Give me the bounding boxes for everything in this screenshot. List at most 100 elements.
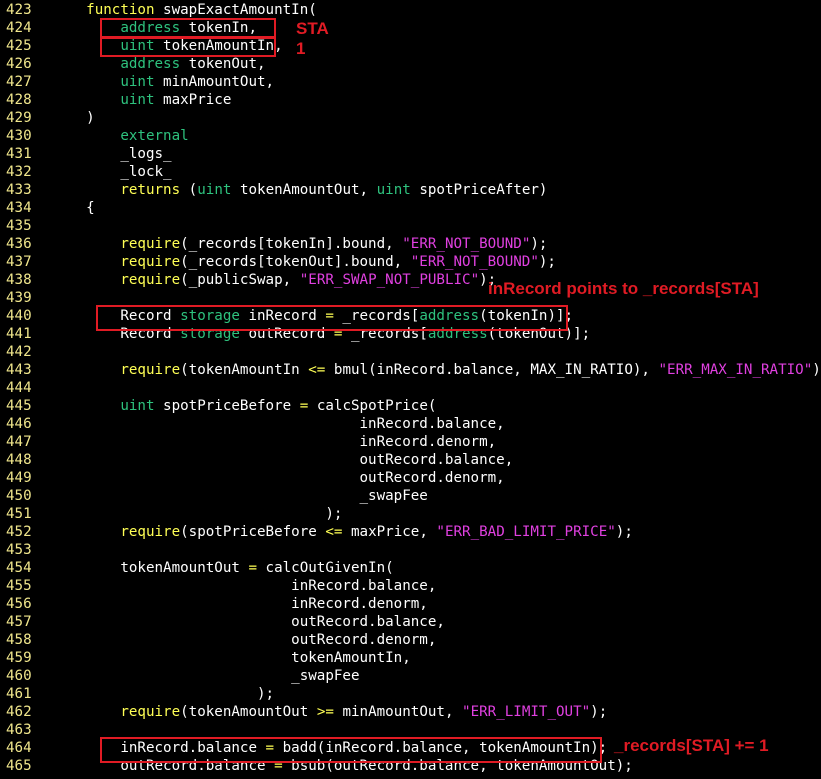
code-line: 433 returns (uint tokenAmountOut, uint s… <box>0 181 547 199</box>
code-token: uint <box>120 74 155 90</box>
line-number: 451 <box>6 506 32 522</box>
code-line: 444 <box>0 379 52 397</box>
code-text: { <box>52 199 95 217</box>
code-token: (_publicSwap, <box>180 272 300 288</box>
code-line: 447 inRecord.denorm, <box>0 433 496 451</box>
code-line: 449 outRecord.denorm, <box>0 469 505 487</box>
code-token: inRecord.balance, <box>52 578 437 594</box>
line-number: 457 <box>6 614 32 630</box>
code-token: inRecord.balance, <box>52 416 505 432</box>
code-token: returns <box>120 182 181 198</box>
line-number: 455 <box>6 578 32 594</box>
code-token: outRecord.balance, <box>52 614 445 630</box>
code-token: calcSpotPrice( <box>308 398 437 414</box>
code-text: require(_records[tokenOut].bound, "ERR_N… <box>52 253 556 271</box>
code-token: uint <box>197 182 232 198</box>
code-token: = <box>248 560 258 576</box>
line-number: 464 <box>6 740 32 756</box>
line-number: 435 <box>6 218 32 234</box>
code-token: >= <box>316 704 334 720</box>
code-token: outRecord.denorm, <box>52 470 505 486</box>
code-token: tokenAmountOut, <box>231 182 377 198</box>
line-number: 432 <box>6 164 32 180</box>
code-token: tokenOut, <box>180 56 266 72</box>
code-text: ); <box>52 685 274 703</box>
code-token: maxPrice <box>154 92 232 108</box>
code-text: external <box>52 127 189 145</box>
code-token: address <box>419 308 480 324</box>
code-token: minAmountOut, <box>333 704 463 720</box>
code-token: minAmountOut, <box>154 74 275 90</box>
line-number: 437 <box>6 254 32 270</box>
code-text: inRecord.balance, <box>52 577 436 595</box>
code-line: 465 outRecord.balance = bsub(outRecord.b… <box>0 757 633 775</box>
code-token: { <box>52 200 95 216</box>
line-number: 462 <box>6 704 32 720</box>
code-token: ); <box>590 704 608 720</box>
code-text: ) <box>52 109 95 127</box>
code-line: 423 function swapExactAmountIn( <box>0 1 317 19</box>
code-token: uint <box>120 92 155 108</box>
code-line: 443 require(tokenAmountIn <= bmul(inReco… <box>0 361 821 379</box>
code-token: = <box>299 398 309 414</box>
code-line: 442 <box>0 343 52 361</box>
code-line: 431 _logs_ <box>0 145 172 163</box>
code-line: 452 require(spotPriceBefore <= maxPrice,… <box>0 523 633 541</box>
line-number: 440 <box>6 308 32 324</box>
code-token: address <box>120 56 181 72</box>
code-token: ); <box>812 362 821 378</box>
code-text: _swapFee <box>52 487 427 505</box>
code-line: 455 inRecord.balance, <box>0 577 436 595</box>
code-text: outRecord.balance = bsub(outRecord.balan… <box>52 757 633 775</box>
code-text: tokenAmountOut = calcOutGivenIn( <box>52 559 393 577</box>
code-token: "ERR_LIMIT_OUT" <box>462 704 591 720</box>
code-line: 450 _swapFee <box>0 487 428 505</box>
code-text: inRecord.balance, <box>52 415 505 433</box>
code-text: require(tokenAmountIn <= bmul(inRecord.b… <box>52 361 821 379</box>
code-token: storage <box>180 326 240 342</box>
code-token: outRecord.denorm, <box>52 632 437 648</box>
line-number: 441 <box>6 326 32 342</box>
code-line: 451 ); <box>0 505 342 523</box>
line-number: 428 <box>6 92 32 108</box>
code-text: ); <box>52 505 342 523</box>
code-token: inRecord.denorm, <box>52 434 497 450</box>
code-token: _swapFee <box>52 668 360 684</box>
line-number: 439 <box>6 290 32 306</box>
code-line: 445 uint spotPriceBefore = calcSpotPrice… <box>0 397 436 415</box>
code-token: external <box>120 128 189 144</box>
code-line: 464 inRecord.balance = badd(inRecord.bal… <box>0 739 607 757</box>
code-token: "ERR_NOT_BOUND" <box>410 254 539 270</box>
code-token: ); <box>52 686 275 702</box>
code-line: 439 <box>0 289 52 307</box>
line-number: 447 <box>6 434 32 450</box>
code-text: tokenAmountIn, <box>52 649 411 667</box>
code-token: (tokenOut)]; <box>487 326 591 342</box>
code-line: 463 <box>0 721 52 739</box>
code-token: (_records[tokenIn].bound, <box>180 236 403 252</box>
code-token: _lock_ <box>52 164 172 180</box>
code-line: 435 <box>0 217 52 235</box>
code-token: bmul(inRecord.balance, MAX_IN_RATIO), <box>325 362 659 378</box>
code-text: require(tokenAmountOut >= minAmountOut, … <box>52 703 607 721</box>
line-number: 443 <box>6 362 32 378</box>
code-token: "ERR_BAD_LIMIT_PRICE" <box>436 524 616 540</box>
code-line: 424 address tokenIn, <box>0 19 257 37</box>
code-token: uint <box>376 182 411 198</box>
code-token: ); <box>538 254 556 270</box>
code-text: inRecord.denorm, <box>52 433 496 451</box>
code-token: address <box>427 326 488 342</box>
code-line: 437 require(_records[tokenOut].bound, "E… <box>0 253 556 271</box>
code-token: require <box>120 254 181 270</box>
code-token: swapExactAmountIn( <box>154 2 317 18</box>
code-text: uint tokenAmountIn, <box>52 37 282 55</box>
code-line: 426 address tokenOut, <box>0 55 266 73</box>
note-one: 1 <box>296 39 306 58</box>
